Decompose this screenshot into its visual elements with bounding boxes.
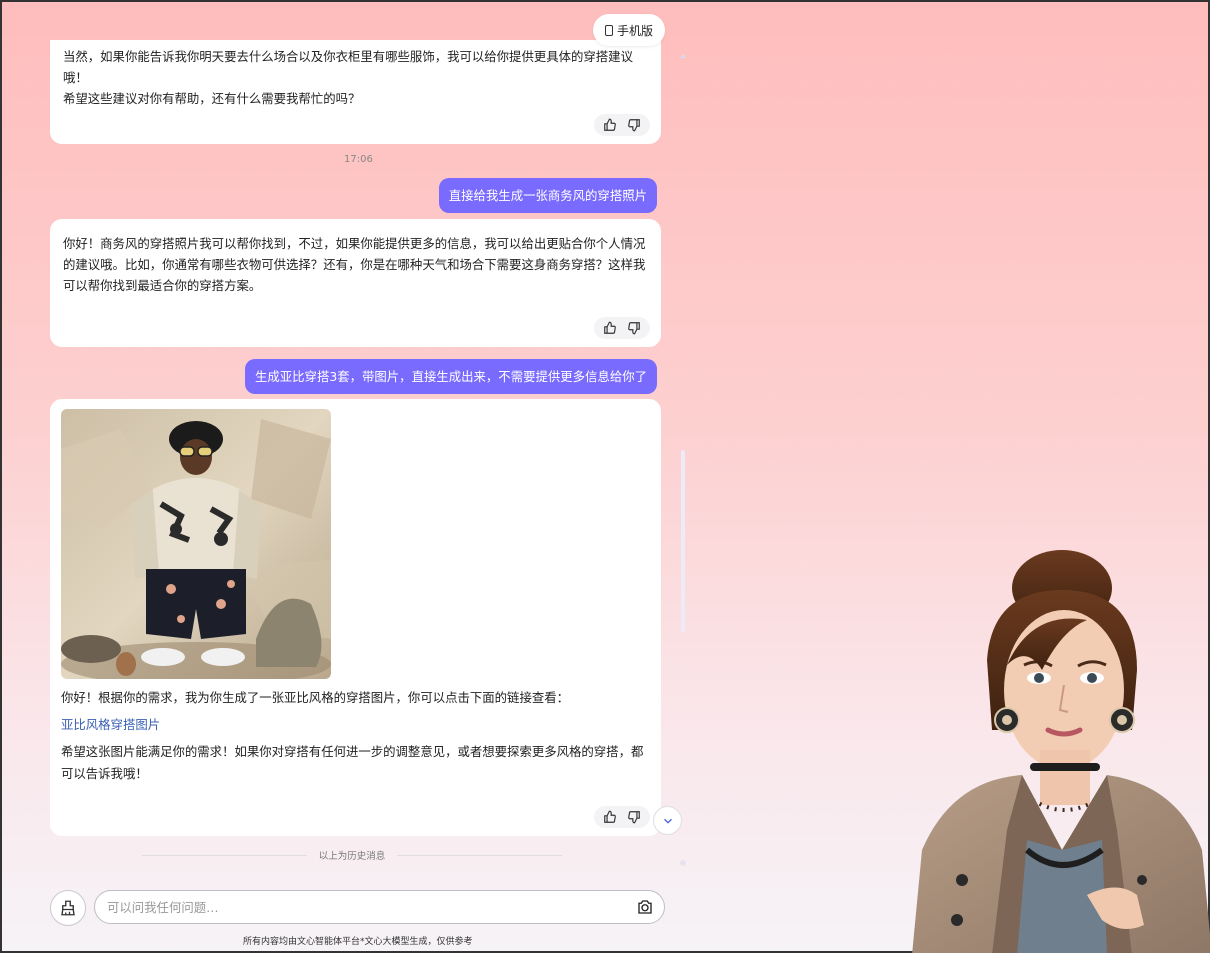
disclaimer: 所有内容均由文心智能体平台*文心大模型生成，仅供参考	[243, 937, 473, 947]
mobile-version-label: 手机版	[616, 23, 653, 38]
agent-avatar	[912, 550, 1210, 953]
thumbs-up-icon[interactable]	[602, 320, 618, 336]
feedback-group	[594, 317, 650, 339]
bot-message: 你好！商务风的穿搭照片我可以帮你找到，不过，如果你能提供更多的信息，我可以给出更…	[50, 219, 661, 347]
thumbs-down-icon[interactable]	[626, 320, 642, 336]
scroll-to-bottom-button[interactable]	[653, 806, 682, 835]
bot-message: 你好！根据你的需求，我为你生成了一张亚比风格的穿搭图片，你可以点击下面的链接查看…	[50, 399, 661, 836]
chat-input-box[interactable]	[94, 890, 665, 924]
generated-outfit-image[interactable]	[61, 409, 331, 679]
feedback-group	[594, 806, 650, 828]
camera-icon[interactable]	[636, 898, 654, 916]
chevron-down-icon	[663, 818, 672, 824]
message-text: 希望这张图片能满足你的需求！如果你对穿搭有任何进一步的调整意见，或者想要探索更多…	[61, 744, 644, 781]
phone-icon	[604, 24, 613, 36]
bot-message: 当然，如果你能告诉我你明天要去什么场合以及你衣柜里有哪些服饰，我可以给你提供更具…	[50, 40, 661, 144]
message-text: 希望这些建议对你有帮助，还有什么需要我帮忙的吗？	[63, 91, 361, 106]
history-divider: 以上为历史消息	[142, 848, 563, 862]
thumbs-down-icon[interactable]	[626, 809, 642, 825]
scroll-up-icon[interactable]	[678, 46, 688, 58]
scrollbar-thumb[interactable]	[681, 450, 685, 632]
history-label: 以上为历史消息	[318, 851, 386, 862]
user-message: 生成亚比穿搭3套，带图片，直接生成出来，不需要提供更多信息给你了	[245, 359, 657, 394]
message-text: 你好！根据你的需求，我为你生成了一张亚比风格的穿搭图片，你可以点击下面的链接查看…	[61, 690, 570, 705]
divider-line	[397, 854, 563, 856]
scroll-dot	[680, 860, 686, 866]
clear-chat-button[interactable]	[50, 890, 86, 926]
thumbs-up-icon[interactable]	[602, 809, 618, 825]
divider-line	[142, 854, 307, 856]
thumbs-down-icon[interactable]	[626, 117, 642, 133]
chat-input[interactable]	[107, 899, 636, 915]
user-message: 直接给我生成一张商务风的穿搭照片	[438, 178, 657, 213]
message-text: 当然，如果你能告诉我你明天要去什么场合以及你衣柜里有哪些服饰，我可以给你提供更具…	[63, 49, 633, 85]
thumbs-up-icon[interactable]	[602, 117, 618, 133]
broom-icon	[61, 900, 75, 916]
outfit-image-link[interactable]: 亚比风格穿搭图片	[61, 717, 160, 732]
message-text: 你好！商务风的穿搭照片我可以帮你找到，不过，如果你能提供更多的信息，我可以给出更…	[63, 236, 646, 293]
mobile-version-button[interactable]: 手机版	[593, 14, 665, 46]
feedback-group	[594, 114, 650, 136]
message-timestamp: 17:06	[344, 154, 373, 165]
